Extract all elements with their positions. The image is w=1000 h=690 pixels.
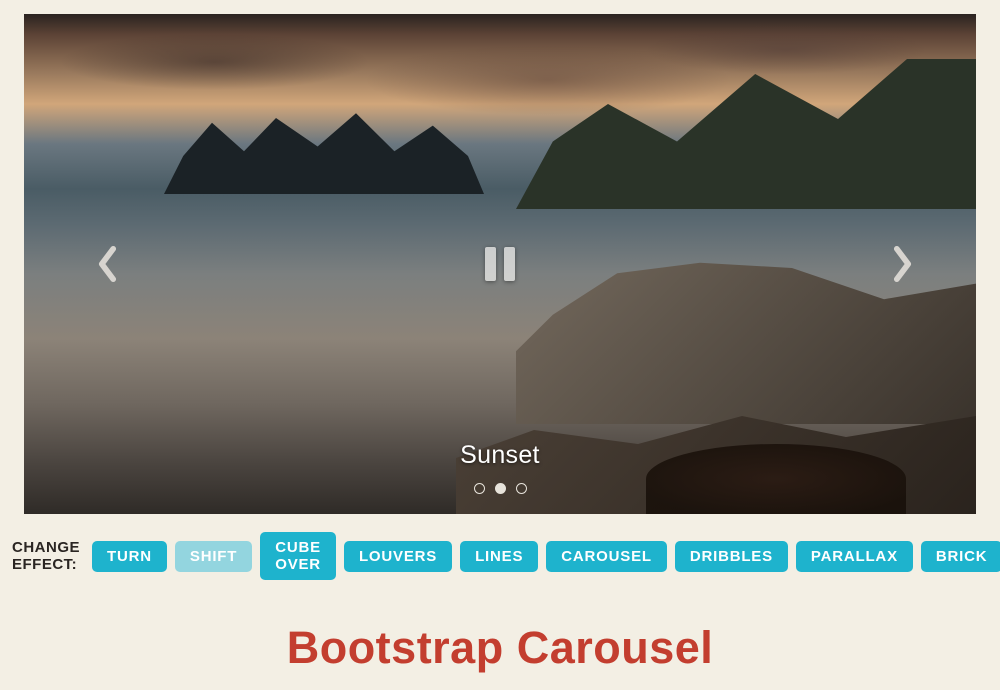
- effects-toolbar: CHANGE EFFECT: TURN SHIFT CUBE OVER LOUV…: [0, 514, 1000, 580]
- carousel-next-button[interactable]: [891, 245, 914, 283]
- pause-button[interactable]: [485, 247, 515, 281]
- chevron-left-icon: [96, 245, 119, 283]
- page-title: Bootstrap Carousel: [0, 622, 1000, 674]
- effect-btn-carousel[interactable]: CAROUSEL: [546, 541, 667, 572]
- carousel-indicator-2[interactable]: [516, 483, 527, 494]
- effect-btn-louvers[interactable]: LOUVERS: [344, 541, 452, 572]
- sky-clouds: [24, 14, 976, 134]
- effect-btn-shift[interactable]: SHIFT: [175, 541, 252, 572]
- carousel: Sunset: [24, 14, 976, 514]
- effect-btn-cube-over[interactable]: CUBE OVER: [260, 532, 336, 580]
- effect-btn-turn[interactable]: TURN: [92, 541, 167, 572]
- effect-btn-lines[interactable]: LINES: [460, 541, 538, 572]
- chevron-right-icon: [891, 245, 914, 283]
- carousel-indicator-0[interactable]: [474, 483, 485, 494]
- effects-label: CHANGE EFFECT:: [12, 539, 80, 573]
- effect-btn-parallax[interactable]: PARALLAX: [796, 541, 913, 572]
- pause-icon: [504, 247, 515, 281]
- pause-icon: [485, 247, 496, 281]
- effect-btn-brick[interactable]: BRICK: [921, 541, 1000, 572]
- carousel-prev-button[interactable]: [96, 245, 119, 283]
- carousel-indicator-1[interactable]: [495, 483, 506, 494]
- effect-btn-dribbles[interactable]: DRIBBLES: [675, 541, 788, 572]
- carousel-caption: Sunset: [24, 441, 976, 470]
- carousel-indicators: [24, 483, 976, 494]
